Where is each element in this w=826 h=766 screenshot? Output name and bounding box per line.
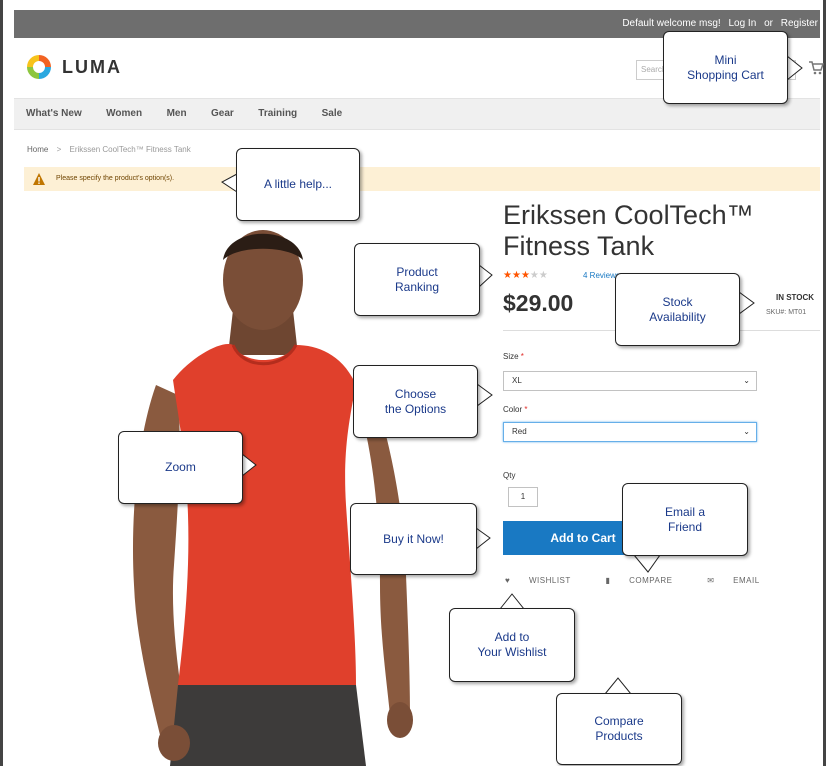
sku: SKU#: MT01 bbox=[766, 309, 806, 316]
nav-item-sale[interactable]: Sale bbox=[322, 99, 343, 129]
email-link[interactable]: ✉ EMAIL bbox=[707, 576, 775, 585]
breadcrumb-home[interactable]: Home bbox=[27, 145, 48, 154]
callout-wishlist-line2: Your Wishlist bbox=[477, 645, 547, 659]
callout-mini-cart-line2: Shopping Cart bbox=[687, 67, 764, 82]
welcome-message: Default welcome msg! bbox=[622, 18, 721, 29]
callout-options-line1: Choose bbox=[394, 386, 437, 401]
chevron-down-icon: ⌄ bbox=[743, 427, 750, 436]
nav-item-men[interactable]: Men bbox=[167, 99, 187, 129]
callout-stock: Stock Availability bbox=[615, 273, 740, 346]
star-icon: ★ bbox=[511, 270, 521, 281]
star-icon: ★ bbox=[520, 270, 530, 281]
brand-name: LUMA bbox=[62, 56, 122, 77]
callout-buy-line1: Buy it Now! bbox=[383, 531, 444, 546]
breadcrumb-current: Erikssen CoolTech™ Fitness Tank bbox=[69, 145, 191, 154]
envelope-icon: ✉ bbox=[707, 576, 715, 585]
color-label: Color * bbox=[503, 405, 527, 414]
nav-item-gear[interactable]: Gear bbox=[211, 99, 234, 129]
callout-email-line2: Friend bbox=[667, 519, 702, 534]
chevron-down-icon: ⌄ bbox=[743, 376, 750, 385]
or-text: or bbox=[764, 18, 773, 29]
nav-item-whats-new[interactable]: What's New bbox=[26, 99, 82, 129]
product-title: Erikssen CoolTech™ Fitness Tank bbox=[503, 200, 754, 262]
qty-label: Qty bbox=[503, 471, 516, 480]
callout-buy: Buy it Now! bbox=[350, 503, 477, 575]
callout-wishlist-line1: Add to bbox=[494, 630, 530, 644]
luma-logo-icon bbox=[27, 55, 51, 79]
wishlist-link[interactable]: ♥ WISHLIST bbox=[505, 576, 587, 585]
color-label-text: Color bbox=[503, 405, 523, 414]
wishlist-label: WISHLIST bbox=[528, 576, 571, 585]
compare-icon: ▮ bbox=[605, 576, 611, 585]
product-title-line1: Erikssen CoolTech™ bbox=[503, 200, 754, 230]
cart-icon[interactable] bbox=[808, 60, 824, 76]
callout-ranking-line1: Product bbox=[396, 264, 438, 279]
callout-wishlist: Add to Your Wishlist bbox=[449, 608, 575, 682]
callout-compare-line1: Compare bbox=[594, 714, 644, 728]
register-link[interactable]: Register bbox=[781, 18, 818, 29]
breadcrumb: Home > Erikssen CoolTech™ Fitness Tank bbox=[27, 145, 191, 154]
compare-link[interactable]: ▮ COMPARE bbox=[606, 576, 689, 585]
product-price: $29.00 bbox=[503, 290, 574, 316]
size-select[interactable]: XL ⌄ bbox=[503, 371, 757, 391]
callout-zoom-line1: Zoom bbox=[165, 460, 196, 474]
callout-help: A little help... bbox=[236, 148, 360, 221]
callout-stock-line1: Stock bbox=[662, 294, 693, 309]
options-alert: Please specify the product's option(s). bbox=[24, 167, 820, 191]
required-mark: * bbox=[524, 405, 528, 414]
alert-message: Please specify the product's option(s). bbox=[56, 175, 175, 182]
warning-icon bbox=[33, 173, 45, 185]
breadcrumb-separator: > bbox=[56, 145, 62, 154]
product-title-line2: Fitness Tank bbox=[503, 231, 655, 261]
callout-compare: Compare Products bbox=[556, 693, 682, 765]
nav-item-training[interactable]: Training bbox=[258, 99, 297, 129]
email-label: EMAIL bbox=[733, 576, 760, 585]
star-icon: ★ bbox=[503, 270, 512, 281]
required-mark: * bbox=[520, 352, 524, 361]
callout-options-line2: the Options bbox=[384, 401, 447, 416]
callout-compare-line2: Products bbox=[595, 729, 643, 743]
star-empty-icon: ★ bbox=[538, 270, 548, 281]
callout-email: Email a Friend bbox=[622, 483, 748, 556]
color-select[interactable]: Red ⌄ bbox=[503, 422, 757, 442]
logo[interactable]: LUMA bbox=[26, 54, 122, 80]
qty-input[interactable]: 1 bbox=[508, 487, 538, 507]
size-select-value: XL bbox=[512, 376, 522, 385]
callout-mini-cart: Mini Shopping Cart bbox=[663, 31, 788, 104]
callout-options: Choose the Options bbox=[353, 365, 478, 438]
star-empty-icon: ★ bbox=[529, 270, 539, 281]
nav-item-women[interactable]: Women bbox=[106, 99, 142, 129]
callout-zoom: Zoom bbox=[118, 431, 243, 504]
callout-ranking: Product Ranking bbox=[354, 243, 480, 316]
size-label: Size * bbox=[503, 352, 524, 361]
heart-icon: ♥ bbox=[505, 576, 511, 585]
product-actions: ♥ WISHLIST ▮ COMPARE ✉ EMAIL bbox=[505, 576, 792, 585]
stock-status: IN STOCK bbox=[776, 293, 815, 302]
login-link[interactable]: Log In bbox=[728, 18, 756, 29]
compare-label: COMPARE bbox=[629, 576, 673, 585]
sku-value: MT01 bbox=[788, 309, 807, 316]
callout-mini-cart-line1: Mini bbox=[714, 52, 737, 67]
color-select-value: Red bbox=[512, 427, 527, 436]
rating-stars: ★★★★★ bbox=[503, 270, 548, 281]
callout-stock-line2: Availability bbox=[649, 309, 706, 324]
sku-label: SKU#: bbox=[766, 309, 787, 316]
callout-ranking-line2: Ranking bbox=[394, 279, 440, 294]
size-label-text: Size bbox=[503, 352, 519, 361]
callout-help-line1: A little help... bbox=[263, 177, 333, 191]
callout-email-line1: Email a bbox=[664, 504, 705, 519]
